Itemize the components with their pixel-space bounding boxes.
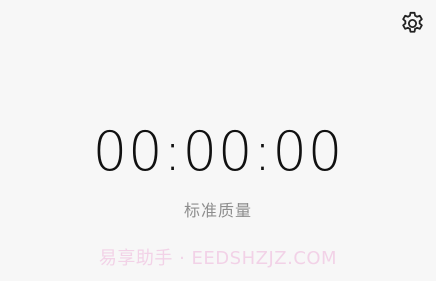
settings-button[interactable] — [397, 8, 427, 38]
timer-display: 00:00:00 — [92, 120, 344, 183]
gear-icon — [401, 11, 423, 33]
quality-label[interactable]: 标准质量 — [0, 199, 436, 223]
watermark: 易享助手 · EEDSHZJZ.COM — [98, 248, 338, 269]
